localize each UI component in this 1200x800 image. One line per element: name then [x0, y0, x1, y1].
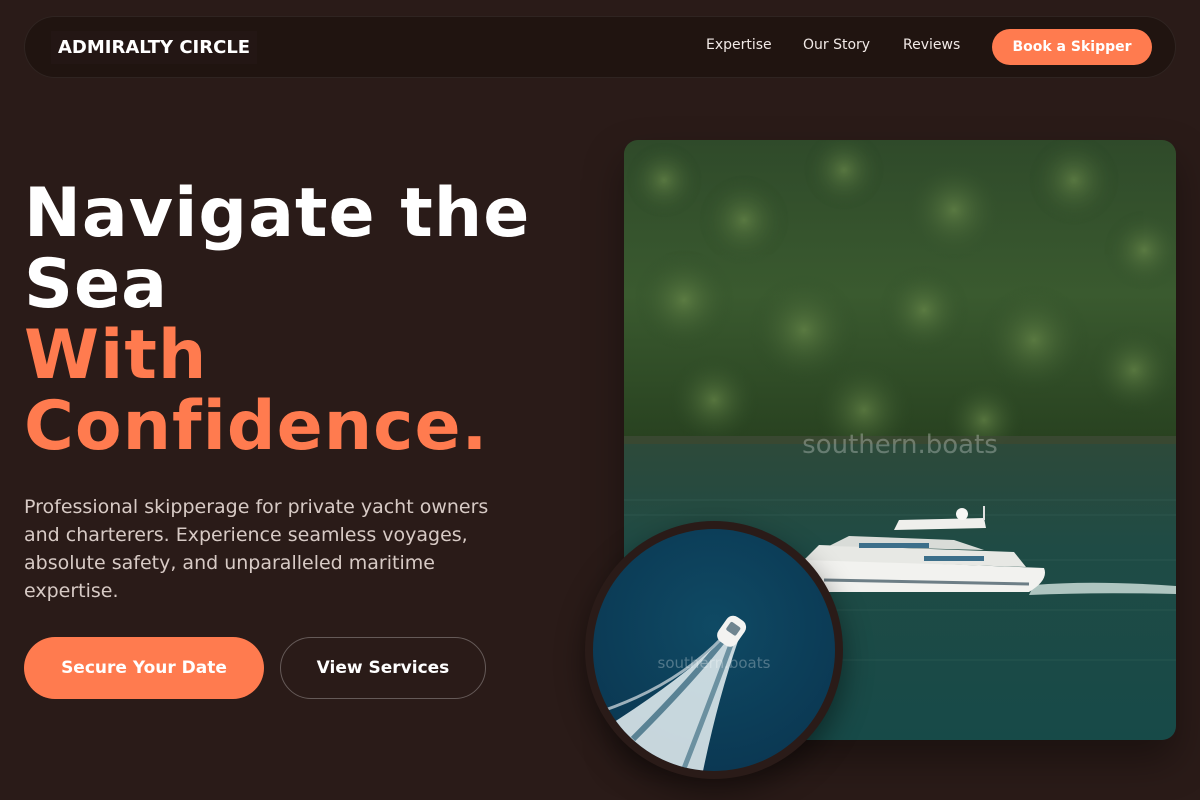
nav-link-expertise[interactable]: Expertise	[706, 37, 772, 53]
headline-line-1: Navigate the	[24, 174, 531, 253]
aerial-boat-illustration	[593, 529, 835, 771]
aerial-image-frame: southern.boats	[585, 521, 843, 779]
headline-accent-line-2: Confidence.	[24, 387, 489, 466]
headline-accent-line-1: With	[24, 316, 208, 395]
secure-date-button[interactable]: Secure Your Date	[24, 637, 264, 699]
view-services-button[interactable]: View Services	[280, 637, 486, 699]
aerial-boat-image: southern.boats	[593, 529, 835, 771]
circle-image-watermark: southern.boats	[657, 654, 771, 672]
hero-headline: Navigate the Sea With Confidence.	[24, 178, 604, 462]
book-skipper-button[interactable]: Book a Skipper	[992, 29, 1152, 65]
main-image-watermark: southern.boats	[802, 430, 998, 460]
brand-logo[interactable]: ADMIRALTY CIRCLE	[51, 31, 258, 64]
top-navbar: ADMIRALTY CIRCLE Expertise Our Story Rev…	[24, 16, 1176, 78]
nav-link-our-story[interactable]: Our Story	[803, 37, 870, 53]
hero-description: Professional skipperage for private yach…	[24, 496, 489, 602]
headline-line-2: Sea	[24, 245, 168, 324]
nav-link-reviews[interactable]: Reviews	[903, 37, 960, 53]
